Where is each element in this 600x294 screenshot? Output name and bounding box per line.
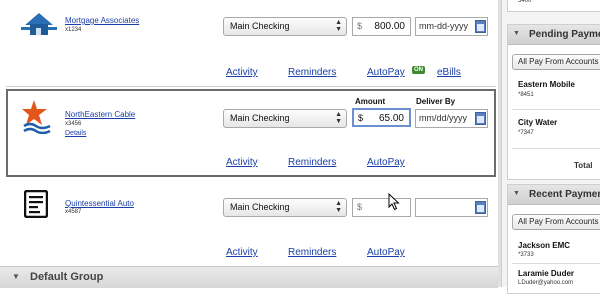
autopay-link[interactable]: AutoPay	[367, 67, 405, 78]
calendar-icon[interactable]	[475, 201, 486, 214]
collapse-triangle-icon[interactable]: ▼	[513, 30, 520, 37]
recent-item-account: *3733	[518, 252, 534, 258]
default-group-header[interactable]: ▼ Default Group	[0, 266, 498, 288]
payee-name[interactable]: NorthEastern Cable	[65, 110, 135, 119]
top-panel-fragment: 5400	[507, 0, 600, 12]
amount-label: Amount	[355, 97, 386, 106]
autopay-link[interactable]: AutoPay	[367, 157, 405, 168]
activity-link[interactable]: Activity	[226, 67, 258, 78]
pay-from-select[interactable]: Main Checking ▲ ▼	[223, 198, 347, 217]
payee-row-selected: NorthEastern Cable x3456 Details Amount …	[6, 89, 496, 177]
document-icon	[24, 190, 48, 218]
details-link[interactable]: Details	[65, 130, 86, 137]
recent-payments-panel: ▼ Recent Payments All Pay From Accounts …	[507, 184, 600, 294]
starfish-waves-icon	[22, 100, 51, 134]
select-arrows-icon: ▲ ▼	[335, 200, 342, 214]
pending-filter-select[interactable]: All Pay From Accounts	[512, 54, 600, 70]
reminders-link[interactable]: Reminders	[288, 67, 336, 78]
pending-payments-header[interactable]: ▼ Pending Payments	[508, 25, 600, 45]
top-snippet: 5400	[518, 0, 532, 4]
pay-from-value: Main Checking	[230, 113, 290, 123]
payee-name[interactable]: Quintessential Auto	[65, 199, 134, 208]
reminders-link[interactable]: Reminders	[288, 247, 336, 258]
collapse-triangle-icon[interactable]: ▼	[513, 190, 520, 197]
deliver-by-input[interactable]: mm/dd/yyyy	[415, 109, 488, 128]
date-value: mm-dd-yyyy	[419, 21, 468, 31]
amount-input[interactable]: $ 65.00	[352, 108, 411, 127]
payee-name[interactable]: Mortgage Associates	[65, 16, 139, 25]
right-sidebar: 5400 ▼ Pending Payments All Pay From Acc…	[501, 0, 600, 294]
payee-account: x4587	[65, 209, 82, 215]
pending-payments-panel: ▼ Pending Payments All Pay From Accounts…	[507, 24, 600, 180]
recent-payments-title: Recent Payments	[529, 189, 600, 200]
payee-account: x3456	[65, 121, 82, 127]
currency-symbol: $	[358, 113, 364, 123]
autopay-on-badge: ON	[412, 66, 425, 74]
deliver-by-label: Deliver By	[416, 97, 456, 106]
currency-symbol: $	[357, 21, 363, 31]
currency-symbol: $	[357, 202, 363, 212]
amount-value: 65.00	[378, 113, 404, 124]
pending-item-name[interactable]: Eastern Mobile	[518, 80, 575, 89]
pending-item-account: *7347	[518, 130, 534, 136]
mouse-cursor-icon	[388, 193, 400, 211]
ebills-link[interactable]: eBills	[437, 67, 461, 78]
amount-input[interactable]: $	[352, 198, 411, 217]
pay-from-value: Main Checking	[230, 21, 290, 31]
group-title: Default Group	[30, 271, 104, 283]
activity-link[interactable]: Activity	[226, 247, 258, 258]
pay-from-value: Main Checking	[230, 202, 290, 212]
divider	[512, 263, 600, 264]
collapse-triangle-icon[interactable]: ▼	[12, 272, 20, 281]
pay-from-select[interactable]: Main Checking ▲ ▼	[223, 17, 347, 36]
payee-row: Quintessential Auto x4587 Main Checking …	[0, 181, 498, 265]
amount-value: 800.00	[374, 21, 405, 32]
house-icon	[21, 13, 57, 35]
deliver-by-input[interactable]: mm-dd-yyyy	[415, 17, 488, 36]
pending-item-name[interactable]: City Water	[518, 118, 557, 127]
activity-link[interactable]: Activity	[226, 157, 258, 168]
pay-from-select[interactable]: Main Checking ▲ ▼	[223, 109, 347, 128]
divider	[512, 109, 600, 110]
recent-payments-header[interactable]: ▼ Recent Payments	[508, 185, 600, 205]
autopay-link[interactable]: AutoPay	[367, 247, 405, 258]
pending-total-label: Total	[574, 161, 593, 170]
calendar-icon[interactable]	[475, 20, 486, 33]
divider	[512, 148, 600, 149]
amount-input[interactable]: $ 800.00	[352, 17, 411, 36]
calendar-icon[interactable]	[475, 112, 486, 125]
deliver-by-input[interactable]	[415, 198, 488, 217]
recent-item-name[interactable]: Laramie Duder	[518, 269, 574, 278]
pending-item-account: *8451	[518, 92, 534, 98]
payee-account: x1234	[65, 27, 82, 33]
recent-item-account: LDuder@yahoo.com	[518, 280, 574, 286]
payee-list: Mortgage Associates x1234 Main Checking …	[0, 0, 498, 288]
select-arrows-icon: ▲ ▼	[335, 19, 342, 33]
date-value: mm/dd/yyyy	[419, 113, 468, 123]
divider	[6, 86, 496, 87]
reminders-link[interactable]: Reminders	[288, 157, 336, 168]
recent-filter-select[interactable]: All Pay From Accounts	[512, 214, 600, 230]
recent-item-name[interactable]: Jackson EMC	[518, 241, 570, 250]
select-arrows-icon: ▲ ▼	[335, 111, 342, 125]
pending-payments-title: Pending Payments	[529, 29, 600, 40]
payee-row: Mortgage Associates x1234 Main Checking …	[0, 0, 498, 86]
